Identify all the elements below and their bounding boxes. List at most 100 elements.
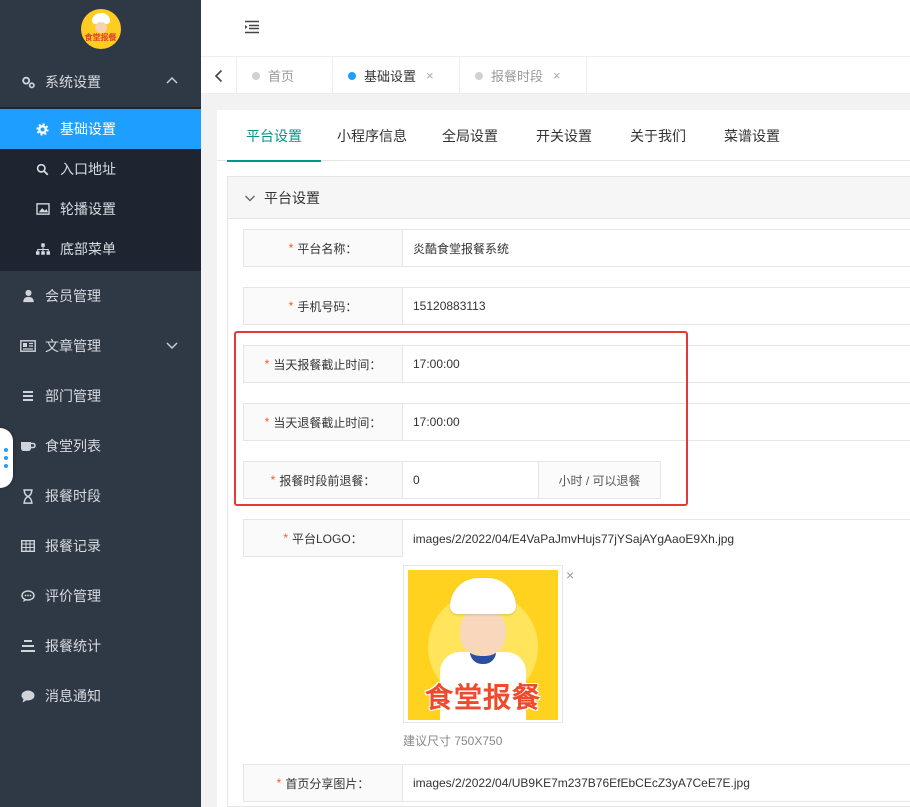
menu-item-article-management[interactable]: 文章管理 <box>0 321 201 371</box>
menu-label: 报餐记录 <box>45 538 101 554</box>
coffee-icon <box>20 438 36 454</box>
tab-basic-settings[interactable]: 基础设置 × <box>333 57 460 94</box>
required-mark: * <box>288 241 294 255</box>
submenu-item-bottom-menu[interactable]: 底部菜单 <box>0 229 201 269</box>
panel-header[interactable]: 平台设置 <box>228 177 910 219</box>
tab-status-dot <box>252 71 260 80</box>
logo-text: 食堂报餐 <box>84 32 117 42</box>
sidebar: 食堂报餐 系统设置 基础设置 入口地址 轮播设置 底部菜单 会员管理 文章管理 … <box>0 0 201 807</box>
menu-fold-icon[interactable] <box>244 20 260 34</box>
menu-label: 消息通知 <box>45 688 101 704</box>
chevron-up-icon <box>166 76 178 84</box>
highlight-annotation-box <box>234 331 688 506</box>
remove-image-icon[interactable]: × <box>566 567 574 583</box>
chevron-left-icon <box>214 69 222 82</box>
handle-dot <box>4 448 8 452</box>
logo-area: 食堂报餐 <box>0 0 201 57</box>
menu-label: 食堂列表 <box>45 438 101 454</box>
tabs-scroll-left-button[interactable] <box>201 57 237 94</box>
tab-home[interactable]: 首页 <box>237 57 333 94</box>
logo-preview[interactable]: 食堂报餐 <box>403 565 563 723</box>
submenu-label: 基础设置 <box>60 121 116 137</box>
tab-meal-periods[interactable]: 报餐时段 × <box>460 57 587 94</box>
page-tabs-bar: 首页 基础设置 × 报餐时段 × <box>201 57 910 94</box>
tab-status-dot <box>348 71 356 80</box>
table-icon <box>20 538 36 554</box>
settings-tabs: 平台设置 小程序信息 全局设置 开关设置 关于我们 菜谱设置 <box>217 110 910 162</box>
menu-item-meal-statistics[interactable]: 报餐统计 <box>0 621 201 671</box>
user-icon <box>20 288 36 304</box>
tab-label: 首页 <box>268 69 295 84</box>
logo-image-text: 食堂报餐 <box>424 682 541 713</box>
form-row-logo: * 平台LOGO： images/2/2022/04/E4VaPaJmvHujs7… <box>243 519 910 557</box>
submenu-label: 底部菜单 <box>60 241 116 257</box>
menu-item-message-notifications[interactable]: 消息通知 <box>0 671 201 721</box>
gear-icon <box>35 122 50 137</box>
tab-label: 报餐时段 <box>491 69 544 84</box>
share-image-path-input[interactable]: images/2/2022/04/UB9KE7m237B76EfEbCEcZ3y… <box>403 764 910 802</box>
label-text: 手机号码： <box>297 299 358 314</box>
image-icon <box>35 202 50 217</box>
tab-close-icon[interactable]: × <box>426 68 434 83</box>
hourglass-icon <box>20 488 36 504</box>
menu-item-meal-records[interactable]: 报餐记录 <box>0 521 201 571</box>
chat-icon <box>20 688 36 704</box>
label-text: 平台LOGO： <box>291 531 363 546</box>
field-label: * 手机号码： <box>243 287 403 325</box>
platform-name-input[interactable]: 炎酷食堂报餐系统 <box>403 229 910 267</box>
form-row-platform-name: * 平台名称： 炎酷食堂报餐系统 <box>243 229 910 267</box>
menu-label: 会员管理 <box>45 288 101 304</box>
label-text: 首页分享图片： <box>285 776 370 791</box>
submenu-item-entry-address[interactable]: 入口地址 <box>0 149 201 189</box>
submenu-item-carousel-settings[interactable]: 轮播设置 <box>0 189 201 229</box>
app-logo[interactable]: 食堂报餐 <box>80 8 121 49</box>
menu-label: 系统设置 <box>45 74 101 90</box>
comment-icon <box>20 588 36 604</box>
tab-menu-settings[interactable]: 菜谱设置 <box>705 110 799 161</box>
logo-path-input[interactable]: images/2/2022/04/E4VaPaJmvHujs77jYSajAYg… <box>403 519 910 557</box>
tab-miniprogram-info[interactable]: 小程序信息 <box>321 110 423 161</box>
field-label: * 首页分享图片： <box>243 764 403 802</box>
gears-icon <box>20 74 36 90</box>
top-header <box>201 0 910 57</box>
menu-item-system-settings[interactable]: 系统设置 <box>0 57 201 107</box>
menu-label: 报餐时段 <box>45 488 101 504</box>
menu-item-review-management[interactable]: 评价管理 <box>0 571 201 621</box>
menu-label: 文章管理 <box>45 338 101 354</box>
tab-label: 基础设置 <box>364 69 417 84</box>
label-text: 平台名称： <box>297 241 358 256</box>
menu-item-member-management[interactable]: 会员管理 <box>0 271 201 321</box>
panel-title: 平台设置 <box>264 189 320 206</box>
tab-platform-settings[interactable]: 平台设置 <box>227 110 321 162</box>
handle-dot <box>4 464 8 468</box>
chef-face <box>94 21 107 33</box>
required-mark: * <box>288 299 294 313</box>
menu-label: 部门管理 <box>45 388 101 404</box>
form-row-share-image: * 首页分享图片： images/2/2022/04/UB9KE7m237B76E… <box>243 764 910 802</box>
newspaper-icon <box>20 338 36 354</box>
submenu-label: 轮播设置 <box>60 201 116 217</box>
phone-input[interactable]: 15120883113 <box>403 287 910 325</box>
logo-image: 食堂报餐 <box>408 570 558 720</box>
field-label: * 平台名称： <box>243 229 403 267</box>
tab-close-icon[interactable]: × <box>553 68 561 83</box>
logo-size-hint: 建议尺寸 750X750 <box>403 734 503 748</box>
submenu-item-basic-settings[interactable]: 基础设置 <box>0 109 201 149</box>
bars-icon <box>20 638 36 654</box>
system-settings-submenu: 基础设置 入口地址 轮播设置 底部菜单 <box>0 107 201 271</box>
list-icon <box>20 388 36 404</box>
tab-status-dot <box>475 71 483 80</box>
menu-item-department-management[interactable]: 部门管理 <box>0 371 201 421</box>
menu-item-canteen-list[interactable]: 食堂列表 <box>0 421 201 471</box>
sidebar-collapse-handle[interactable] <box>0 428 13 488</box>
sitemap-icon <box>35 242 50 257</box>
required-mark: * <box>276 776 282 790</box>
chef-face <box>460 608 506 656</box>
tab-switch-settings[interactable]: 开关设置 <box>517 110 611 161</box>
chevron-down-icon <box>245 195 255 201</box>
chevron-down-icon <box>166 342 178 350</box>
chef-hat-icon <box>450 578 516 614</box>
tab-about-us[interactable]: 关于我们 <box>611 110 705 161</box>
tab-global-settings[interactable]: 全局设置 <box>423 110 517 161</box>
menu-item-meal-periods[interactable]: 报餐时段 <box>0 471 201 521</box>
